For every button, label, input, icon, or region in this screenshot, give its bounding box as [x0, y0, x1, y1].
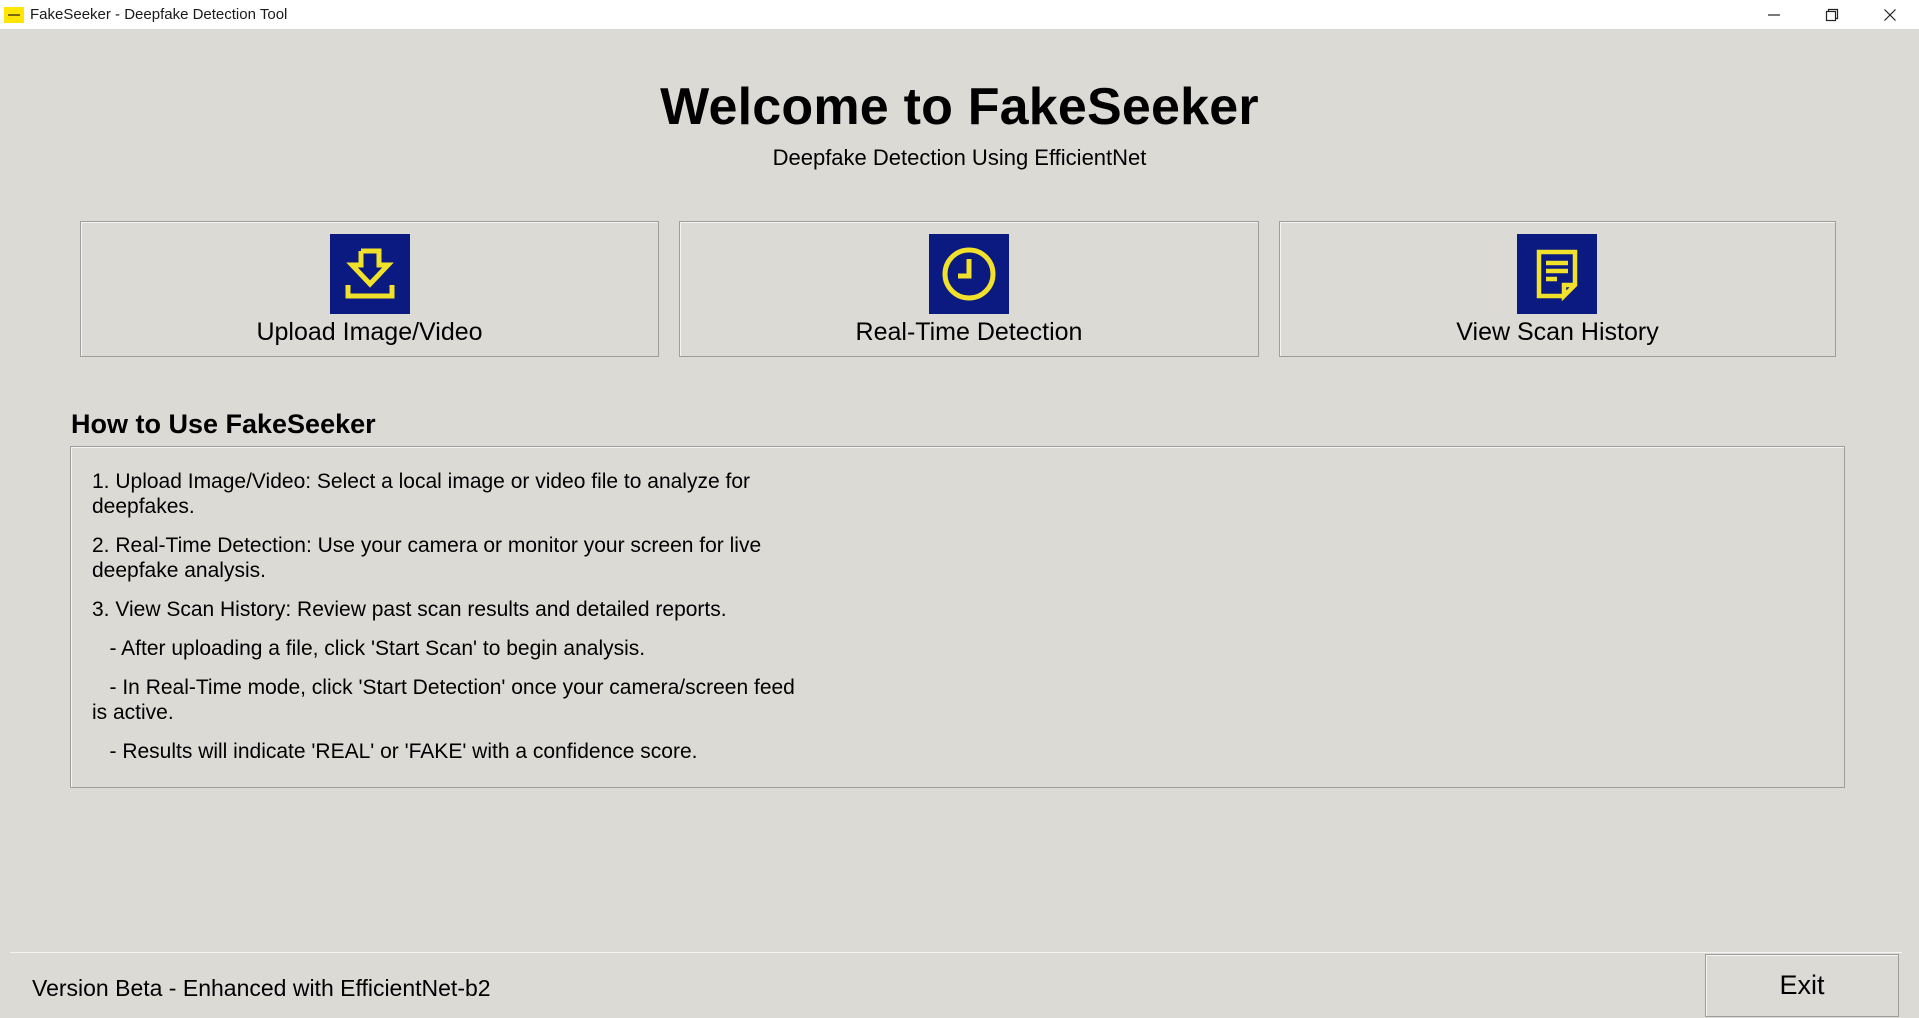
app-icon — [4, 6, 24, 23]
page-subtitle: Deepfake Detection Using EfficientNet — [772, 145, 1147, 170]
upload-button-label: Upload Image/Video — [256, 318, 483, 346]
minimize-button[interactable] — [1745, 0, 1803, 29]
status-bar: Version Beta - Enhanced with EfficientNe… — [10, 952, 1902, 1018]
restore-icon — [1825, 8, 1839, 21]
real-time-detection-button[interactable]: Real-Time Detection — [679, 221, 1259, 357]
title-bar: FakeSeeker - Deepfake Detection Tool — [0, 0, 1919, 29]
close-button[interactable] — [1861, 0, 1919, 29]
status-footer: Version Beta - Enhanced with EfficientNe… — [0, 946, 1919, 1017]
exit-button[interactable]: Exit — [1705, 954, 1899, 1017]
real-time-button-label: Real-Time Detection — [855, 318, 1083, 346]
version-label: Version Beta - Enhanced with EfficientNe… — [32, 975, 491, 1001]
instruction-line: - After uploading a file, click 'Start S… — [92, 637, 646, 660]
window-title: FakeSeeker - Deepfake Detection Tool — [30, 6, 288, 23]
document-icon — [1517, 234, 1597, 314]
restore-button[interactable] — [1803, 0, 1861, 29]
instruction-line: 3. View Scan History: Review past scan r… — [92, 598, 727, 621]
view-scan-history-button[interactable]: View Scan History — [1279, 221, 1836, 357]
instruction-line: - Results will indicate 'REAL' or 'FAKE'… — [92, 740, 698, 763]
instruction-line: - In Real-Time mode, click 'Start Detect… — [92, 676, 801, 724]
window-controls — [1745, 0, 1919, 29]
howto-heading: How to Use FakeSeeker — [71, 409, 376, 439]
download-icon — [330, 234, 410, 314]
clock-icon — [929, 234, 1009, 314]
main-content: Welcome to FakeSeeker Deepfake Detection… — [0, 29, 1919, 946]
history-button-label: View Scan History — [1456, 318, 1659, 346]
minimize-icon — [1768, 13, 1780, 16]
instruction-line: 2. Real-Time Detection: Use your camera … — [92, 534, 762, 582]
upload-image-video-button[interactable]: Upload Image/Video — [80, 221, 659, 357]
close-icon — [1884, 8, 1896, 21]
instruction-line: 1. Upload Image/Video: Select a local im… — [92, 470, 750, 518]
howto-instructions-panel: 1. Upload Image/Video: Select a local im… — [70, 446, 1845, 788]
page-title: Welcome to FakeSeeker — [660, 78, 1259, 136]
